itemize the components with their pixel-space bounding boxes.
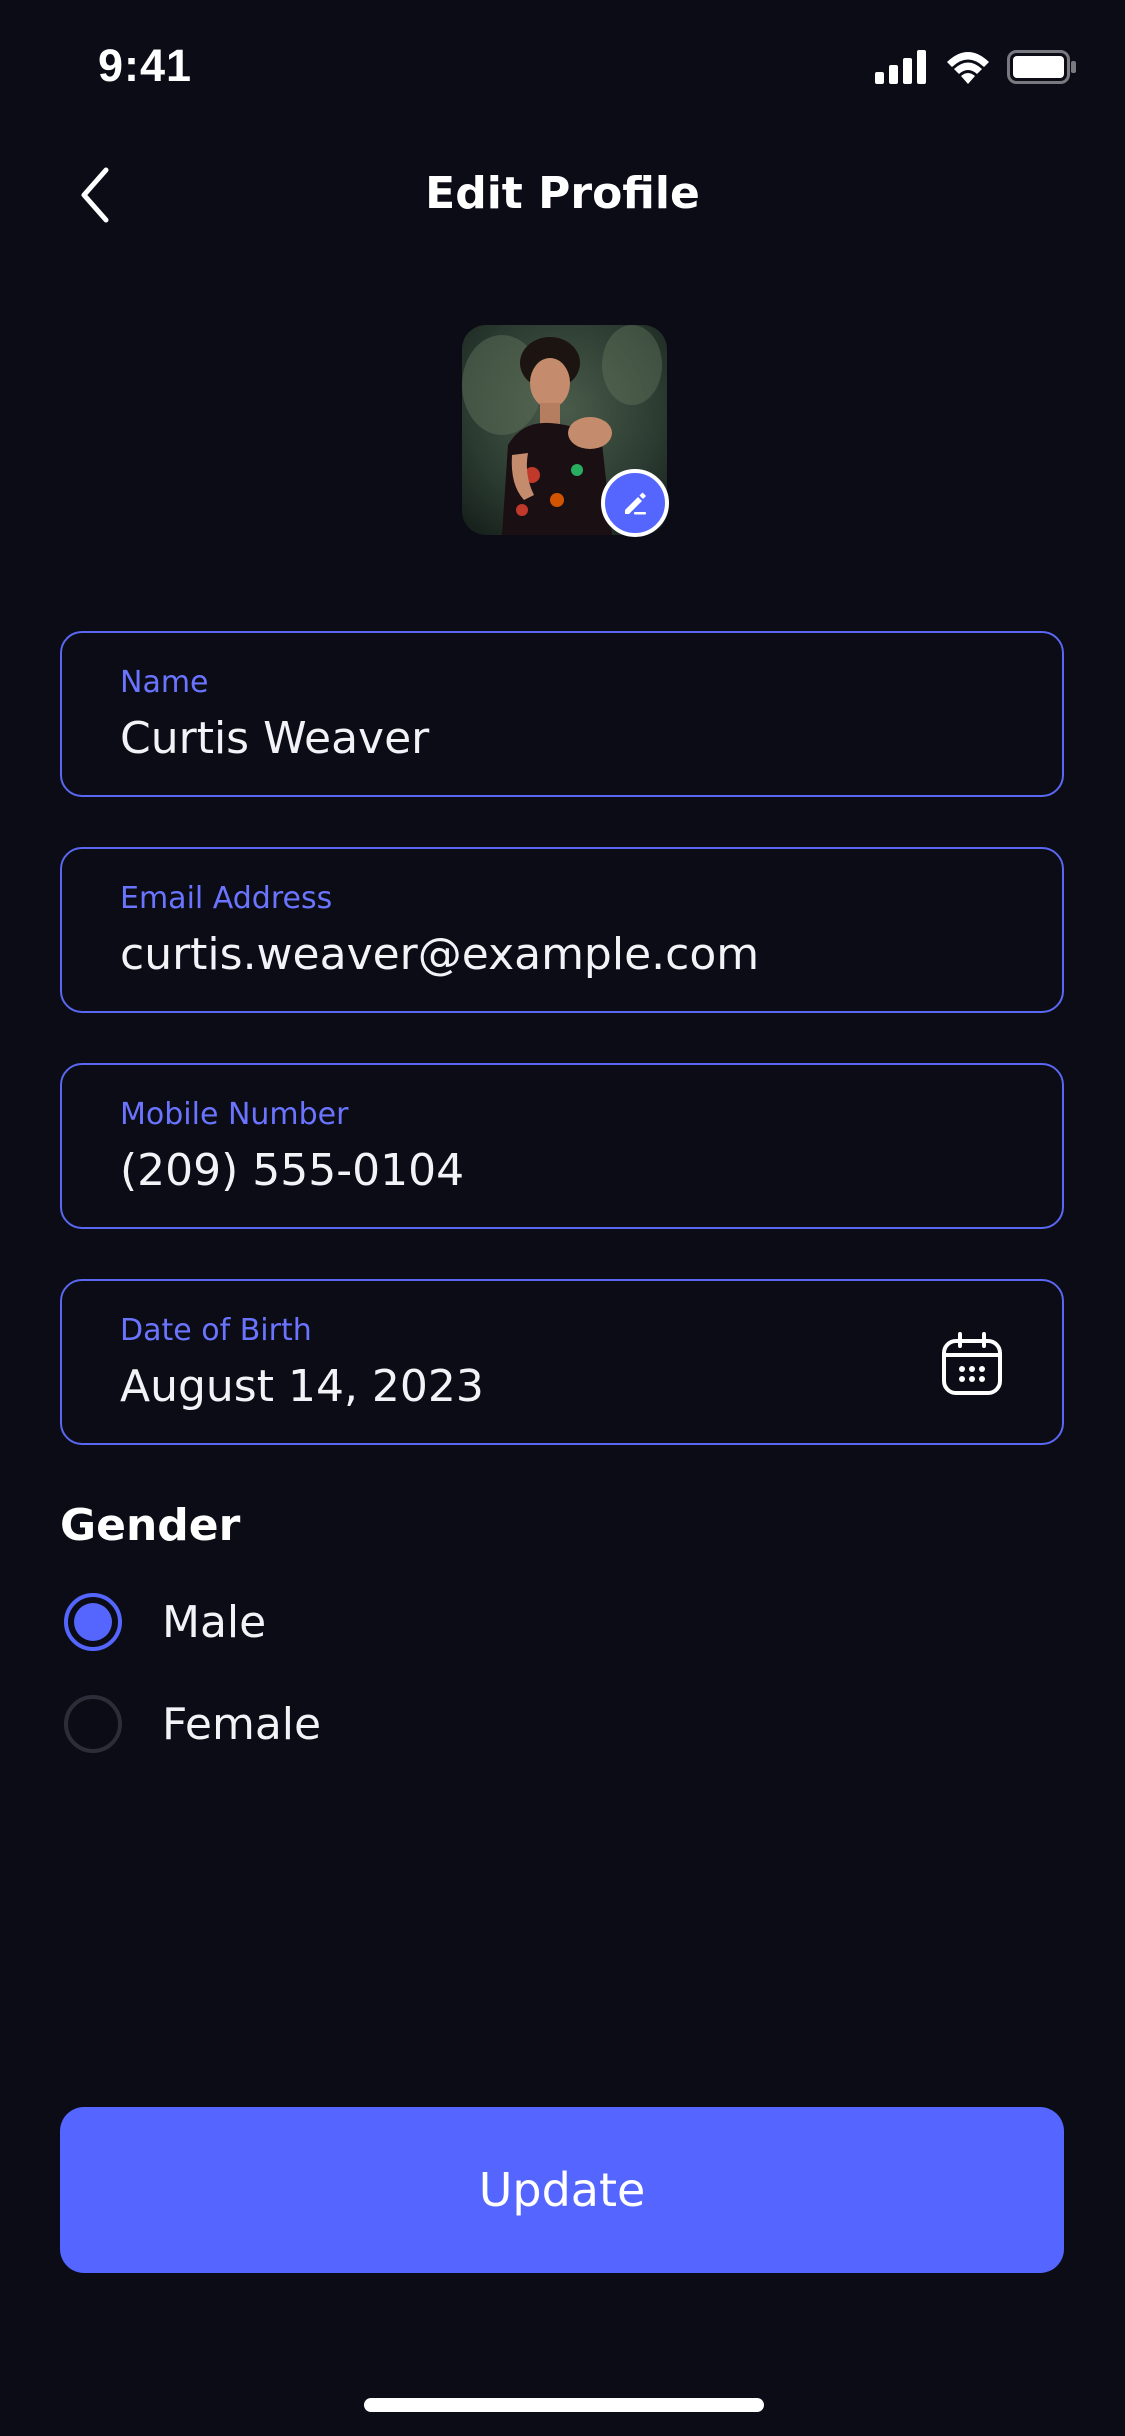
dob-value[interactable]: August 14, 2023 [120, 1361, 484, 1412]
signal-icon [875, 50, 926, 84]
email-label: Email Address [120, 881, 333, 916]
page-title: Edit Profile [425, 168, 700, 219]
radio-male[interactable] [64, 1593, 122, 1651]
status-icons [875, 50, 1077, 84]
mobile-field[interactable]: Mobile Number (209) 555-0104 [60, 1063, 1064, 1229]
mobile-label: Mobile Number [120, 1097, 349, 1132]
name-label: Name [120, 665, 209, 700]
avatar-container [462, 325, 669, 537]
radio-female[interactable] [64, 1695, 122, 1753]
gender-label-male: Male [162, 1596, 267, 1648]
status-bar: 9:41 [0, 0, 1125, 140]
status-time: 9:41 [98, 40, 193, 91]
name-value[interactable]: Curtis Weaver [120, 713, 429, 764]
name-field[interactable]: Name Curtis Weaver [60, 631, 1064, 797]
battery-icon [1007, 50, 1076, 84]
dob-label: Date of Birth [120, 1313, 312, 1348]
update-button[interactable]: Update [60, 2107, 1064, 2273]
mobile-value[interactable]: (209) 555-0104 [120, 1145, 464, 1196]
edit-avatar-button[interactable] [601, 469, 669, 537]
dob-field[interactable]: Date of Birth August 14, 2023 [60, 1279, 1064, 1445]
calendar-button[interactable] [940, 1331, 1004, 1397]
gender-option-female[interactable]: Female [64, 1693, 321, 1755]
email-value[interactable]: curtis.weaver@example.com [120, 929, 759, 980]
calendar-icon [942, 1332, 1002, 1395]
pencil-icon [625, 492, 646, 515]
gender-option-male[interactable]: Male [64, 1591, 266, 1653]
email-field[interactable]: Email Address curtis.weaver@example.com [60, 847, 1064, 1013]
wifi-icon [947, 52, 989, 84]
gender-title: Gender [60, 1500, 241, 1551]
home-indicator [364, 2398, 764, 2412]
gender-label-female: Female [162, 1698, 322, 1750]
